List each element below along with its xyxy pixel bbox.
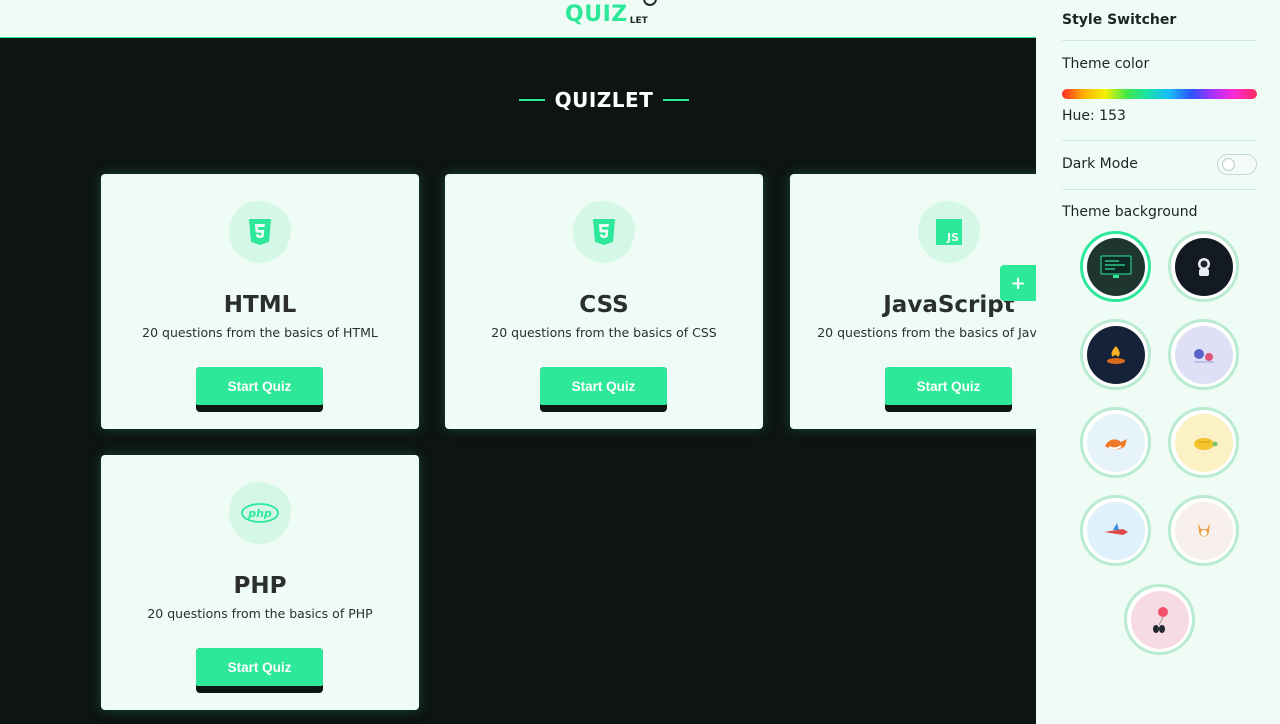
- bg-option-astronaut[interactable]: [1168, 231, 1239, 302]
- start-quiz-button-javascript[interactable]: Start Quiz: [885, 367, 1012, 412]
- start-quiz-button-php[interactable]: Start Quiz: [196, 648, 323, 693]
- divider: [1062, 189, 1257, 190]
- card-description: 20 questions from the basics of CSS: [491, 325, 717, 340]
- birds-icon: [1174, 325, 1233, 384]
- fox-icon: [1086, 413, 1145, 472]
- plus-icon: +: [1010, 272, 1026, 294]
- bg-option-penguins-balloon[interactable]: [1124, 584, 1195, 655]
- card-description: 20 questions from the basics of PHP: [147, 606, 373, 621]
- divider: [1062, 40, 1257, 41]
- dog-icon: [1174, 501, 1233, 560]
- title-line-left: [518, 99, 545, 101]
- card-description: 20 questions from the basics of HTML: [142, 325, 378, 340]
- theme-background-label: Theme background: [1062, 204, 1198, 220]
- quiz-card-css: CSS 20 questions from the basics of CSS …: [445, 174, 763, 429]
- style-switcher-panel: Style Switcher Theme color Hue: 153 Dark…: [1036, 0, 1280, 724]
- style-switcher-toggle-button[interactable]: +: [1000, 265, 1036, 301]
- title-line-right: [663, 99, 690, 101]
- card-title: HTML: [223, 292, 297, 318]
- hue-value-text: Hue: 153: [1062, 108, 1126, 124]
- toggle-knob: [1222, 158, 1235, 171]
- quiz-card-html: HTML 20 questions from the basics of HTM…: [101, 174, 419, 429]
- section-title-text: QUIZLET: [554, 88, 654, 112]
- bg-option-code-screen[interactable]: [1080, 231, 1151, 302]
- panel-title: Style Switcher: [1062, 12, 1177, 28]
- start-quiz-label: Start Quiz: [540, 367, 667, 405]
- plane-icon: [1086, 501, 1145, 560]
- php-icon: php: [229, 482, 291, 544]
- theme-color-label: Theme color: [1062, 56, 1150, 72]
- card-title: PHP: [233, 573, 287, 599]
- bg-option-dog[interactable]: [1168, 495, 1239, 566]
- quiz-card-php: php PHP 20 questions from the basics of …: [101, 455, 419, 710]
- code-screen-icon: [1086, 237, 1145, 296]
- svg-text:JS: JS: [946, 231, 959, 244]
- js-icon: JS: [918, 201, 980, 263]
- quizlet-logo[interactable]: QUIZ LET: [565, 0, 657, 27]
- bg-option-campfire[interactable]: [1080, 319, 1151, 390]
- campfire-icon: [1086, 325, 1145, 384]
- start-quiz-button-css[interactable]: Start Quiz: [540, 367, 667, 412]
- section-heading: QUIZLET: [0, 88, 1208, 112]
- dark-mode-label: Dark Mode: [1062, 156, 1138, 172]
- logo-mark-icon: [643, 0, 657, 6]
- html5-icon: [229, 201, 291, 263]
- bg-option-plane[interactable]: [1080, 495, 1151, 566]
- penguins-balloon-icon: [1130, 590, 1189, 649]
- bg-option-fox[interactable]: [1080, 407, 1151, 478]
- card-title: CSS: [579, 292, 629, 318]
- hue-slider-track[interactable]: [1062, 89, 1257, 99]
- turtle-icon: [1174, 413, 1233, 472]
- start-quiz-label: Start Quiz: [196, 367, 323, 405]
- bg-option-turtle[interactable]: [1168, 407, 1239, 478]
- bg-option-birds[interactable]: [1168, 319, 1239, 390]
- dark-mode-toggle[interactable]: [1217, 154, 1257, 175]
- logo-sub-text: LET: [629, 16, 648, 26]
- css3-icon: [573, 201, 635, 263]
- start-quiz-label: Start Quiz: [196, 648, 323, 686]
- svg-text:php: php: [247, 507, 272, 520]
- start-quiz-label: Start Quiz: [885, 367, 1012, 405]
- divider: [1062, 140, 1257, 141]
- astronaut-icon: [1174, 237, 1233, 296]
- logo-main-text: QUIZ: [565, 2, 628, 27]
- start-quiz-button-html[interactable]: Start Quiz: [196, 367, 323, 412]
